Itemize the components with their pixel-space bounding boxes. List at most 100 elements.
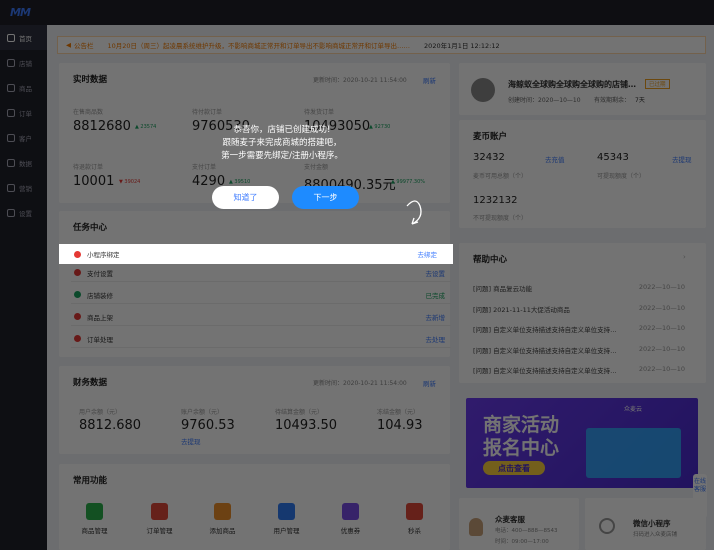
sidebar-item-label: 数据 bbox=[19, 159, 32, 168]
finance-label: 冻结金额（元） bbox=[377, 409, 420, 416]
task-action-link[interactable]: 去设置 bbox=[426, 268, 446, 278]
coin-account-card: 麦币账户 32432 去充值 麦币可用总额（个） 45343 去提现 可提现额度… bbox=[459, 120, 706, 228]
storefront-illustration bbox=[586, 428, 681, 478]
withdraw-link[interactable]: 去提现 bbox=[181, 436, 201, 446]
stat-change: ▲ 39510 bbox=[229, 179, 251, 185]
sidebar-item-orders[interactable]: 订单 bbox=[0, 100, 47, 125]
coin-label: 可提现额度（个） bbox=[597, 173, 646, 180]
sidebar-item-store[interactable]: 店铺 bbox=[0, 50, 47, 75]
store-valid-label: 有效期剩余： bbox=[594, 97, 631, 104]
finance-label: 用户余额（元） bbox=[79, 409, 122, 416]
finance-value: 9760.53 bbox=[181, 418, 235, 433]
function-label: 添加商品 bbox=[209, 527, 236, 535]
withdraw-coin-link[interactable]: 去提现 bbox=[672, 154, 692, 164]
store-icon bbox=[7, 58, 15, 67]
finance-value: 8812.680 bbox=[79, 418, 142, 433]
function-flash-sale[interactable]: 秒杀 bbox=[392, 503, 437, 535]
function-user-manage[interactable]: 用户管理 bbox=[264, 503, 309, 535]
help-item[interactable]: [问题] 自定义单位支持描述支持自定义单位支持… 2022—10—10 bbox=[473, 345, 685, 355]
help-center-card: 帮助中心 › [问题] 商品复云功能 2022—10—10 [问题] 2021-1… bbox=[459, 243, 706, 383]
error-status-icon bbox=[74, 250, 81, 258]
online-service-tab[interactable]: 在线客服 bbox=[693, 474, 707, 518]
task-center-title: 任务中心 bbox=[73, 223, 108, 233]
stat-change: ▲ 23574 bbox=[135, 124, 157, 130]
function-coupon[interactable]: 优惠券 bbox=[328, 503, 373, 535]
banner-cta-button[interactable]: 点击查看 bbox=[483, 461, 545, 475]
bind-miniapp-link[interactable]: 去绑定 bbox=[418, 249, 438, 259]
store-created-time: 创建时间：2020—10—10 bbox=[508, 97, 581, 104]
miniapp-title: 微信小程序 bbox=[633, 519, 671, 528]
app-logo[interactable]: MM bbox=[10, 6, 31, 19]
banner-line2: 报名中心 bbox=[483, 437, 560, 459]
order-manage-icon bbox=[151, 503, 168, 520]
miniapp-sub: 扫码进入众麦店铺 bbox=[633, 532, 678, 538]
function-label: 优惠券 bbox=[340, 527, 361, 535]
function-goods-manage[interactable]: 商品管理 bbox=[72, 503, 117, 535]
sidebar-item-label: 营销 bbox=[19, 184, 32, 193]
finance-refresh-link[interactable]: 刷新 bbox=[423, 378, 436, 388]
help-item[interactable]: [问题] 自定义单位支持描述支持自定义单位支持… 2022—10—10 bbox=[473, 365, 685, 375]
stat-label: 待退款订单 bbox=[73, 164, 104, 171]
recharge-link[interactable]: 去充值 bbox=[545, 154, 565, 164]
sidebar-item-label: 客户 bbox=[19, 134, 32, 143]
task-label: 店铺装修 bbox=[87, 291, 113, 300]
task-action-link[interactable]: 去处理 bbox=[426, 334, 446, 344]
goods-manage-icon bbox=[86, 503, 103, 520]
speaker-icon: ◀ bbox=[66, 41, 71, 49]
notice-text[interactable]: 10月20日（周三）起凌晨系统维护升级，不影响商城正常开和订单导出不影响商城正常… bbox=[108, 40, 411, 50]
task-label: 支付设置 bbox=[87, 269, 113, 278]
task-row[interactable]: 订单处理 去处理 bbox=[71, 330, 451, 348]
help-item-date: 2022—10—10 bbox=[638, 324, 685, 332]
finance-value: 10493.50 bbox=[275, 418, 338, 433]
service-hours: 时间：09:00—17:00 bbox=[495, 539, 549, 545]
help-item-date: 2022—10—10 bbox=[638, 365, 685, 373]
task-row[interactable]: 支付设置 去设置 bbox=[71, 264, 451, 282]
task-label: 订单处理 bbox=[87, 335, 113, 344]
help-item-text: [问题] 商品复云功能 bbox=[473, 285, 533, 293]
help-item-date: 2022—10—10 bbox=[638, 345, 685, 353]
service-phone: 电话：400—888—8543 bbox=[495, 528, 558, 534]
help-item[interactable]: [问题] 商品复云功能 2022—10—10 bbox=[473, 283, 685, 293]
sidebar-item-settings[interactable]: 设置 bbox=[0, 200, 47, 225]
sidebar-item-goods[interactable]: 商品 bbox=[0, 75, 47, 100]
coin-value: 45343 bbox=[597, 152, 629, 163]
function-label: 商品管理 bbox=[81, 527, 108, 535]
coin-label: 不可提现额度（个） bbox=[473, 215, 528, 222]
task-center-card: 任务中心 支付设置 去设置 店铺装修 已完成 商品上架 去新增 订单处理 去处理 bbox=[59, 211, 451, 357]
task-action-link[interactable]: 去新增 bbox=[426, 312, 446, 322]
success-status-icon bbox=[74, 291, 81, 298]
marketing-icon bbox=[7, 183, 15, 192]
guide-line3: 第一步需要先绑定/注册小程序。 bbox=[221, 151, 343, 161]
stat-label: 在售商品数 bbox=[73, 109, 104, 116]
task-label: 商品上架 bbox=[87, 313, 113, 322]
task-row[interactable]: 商品上架 去新增 bbox=[71, 308, 451, 326]
customer-service-card: 众麦客服 电话：400—888—8543 时间：09:00—17:00 bbox=[459, 498, 579, 550]
miniapp-card[interactable]: 微信小程序 扫码进入众麦店铺 bbox=[585, 498, 706, 550]
task-row[interactable]: 店铺装修 已完成 bbox=[71, 286, 451, 304]
sidebar-item-label: 商品 bbox=[19, 84, 32, 93]
sidebar-item-marketing[interactable]: 营销 bbox=[0, 175, 47, 200]
sidebar-item-customers[interactable]: 客户 bbox=[0, 125, 47, 150]
sidebar-item-data[interactable]: 数据 bbox=[0, 150, 47, 175]
activity-banner[interactable]: 商家活动 报名中心 点击查看 众麦云 bbox=[466, 398, 698, 488]
order-icon bbox=[7, 108, 15, 117]
stat-label: 支付订单 bbox=[192, 164, 217, 171]
stat-label: 待发货订单 bbox=[304, 109, 335, 116]
help-item[interactable]: [问题] 2021-11-11大促活动商品 2022—10—10 bbox=[473, 304, 685, 314]
function-add-goods[interactable]: 添加商品 bbox=[200, 503, 245, 535]
stat-value: 8812680 bbox=[73, 119, 131, 134]
sidebar-item-home[interactable]: 首页 bbox=[0, 25, 47, 50]
function-label: 秒杀 bbox=[408, 527, 421, 535]
error-status-icon bbox=[74, 313, 81, 320]
task-row-highlighted[interactable]: 小程序绑定 去绑定 bbox=[59, 244, 453, 264]
help-item[interactable]: [问题] 自定义单位支持描述支持自定义单位支持… 2022—10—10 bbox=[473, 324, 685, 334]
finance-label: 账户余额（元） bbox=[181, 409, 224, 416]
realtime-refresh-link[interactable]: 刷新 bbox=[423, 75, 436, 85]
more-icon[interactable]: › bbox=[683, 253, 686, 261]
store-valid-days: 7天 bbox=[635, 97, 645, 104]
next-step-button[interactable]: 下一步 bbox=[292, 186, 359, 209]
notice-date: 2020年1月1日 12:12:12 bbox=[424, 42, 500, 50]
function-order-manage[interactable]: 订单管理 bbox=[137, 503, 182, 535]
got-it-button[interactable]: 知道了 bbox=[212, 186, 279, 209]
help-item-text: [问题] 2021-11-11大促活动商品 bbox=[473, 306, 570, 314]
